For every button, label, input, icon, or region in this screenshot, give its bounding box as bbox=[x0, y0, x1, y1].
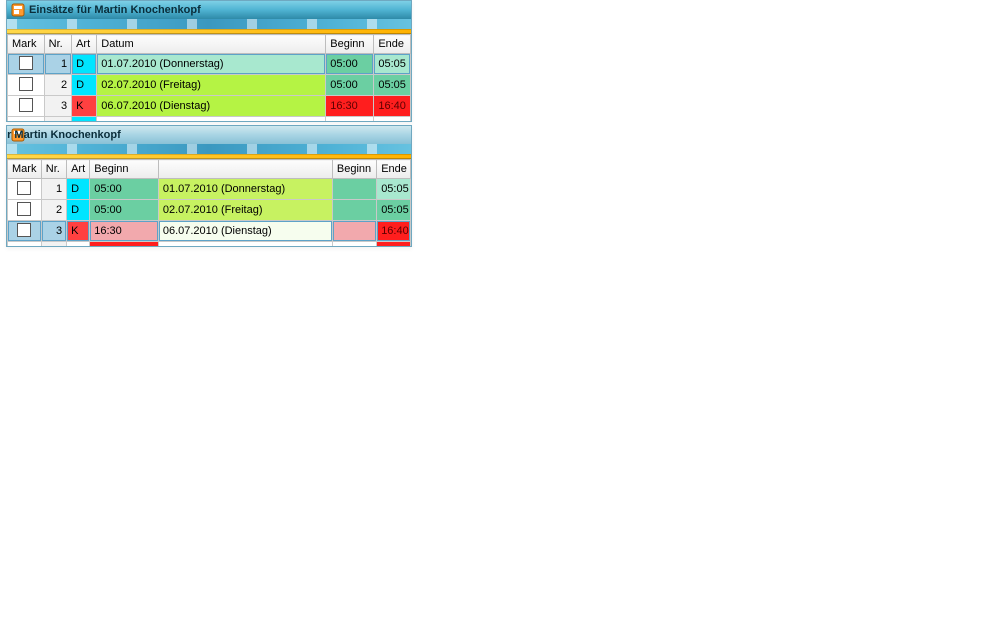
window-title: Einsätze für Martin Knochenkopf bbox=[29, 4, 201, 16]
titlebar-b: Einsätze für Martin Knochenkopf bbox=[7, 126, 411, 144]
col-header-art[interactable]: Art bbox=[72, 35, 97, 54]
panel-a: Einsätze für Martin Knochenkopf Mark Nr.… bbox=[6, 0, 412, 122]
ende-cell: 05:05 bbox=[374, 54, 411, 75]
beginn2-cell bbox=[332, 200, 376, 221]
table-row[interactable] bbox=[8, 117, 411, 122]
beginn-cell: 16:30 bbox=[326, 96, 374, 117]
col-header-beginn[interactable]: Beginn bbox=[90, 160, 159, 179]
nr-cell: 2 bbox=[44, 75, 71, 96]
table-row[interactable]: 1D05:0001.07.2010 (Donnerstag) 05:05 bbox=[8, 179, 411, 200]
datum-cell: 06.07.2010 (Dienstag) bbox=[158, 221, 332, 242]
nr-cell: 1 bbox=[41, 179, 66, 200]
nr-cell: 1 bbox=[44, 54, 71, 75]
mark-cell[interactable] bbox=[8, 179, 42, 200]
ende-cell: 16:40 bbox=[377, 221, 411, 242]
checkbox-icon[interactable] bbox=[17, 181, 31, 195]
mark-cell[interactable] bbox=[8, 200, 42, 221]
ende-cell: 05:05 bbox=[377, 179, 411, 200]
col-header-nr[interactable]: Nr. bbox=[41, 160, 66, 179]
table-row[interactable]: 2D05:0002.07.2010 (Freitag) 05:05 bbox=[8, 200, 411, 221]
art-cell: D bbox=[67, 179, 90, 200]
beginn-cell: 05:00 bbox=[90, 179, 159, 200]
ende-cell: 16:40 bbox=[374, 96, 411, 117]
checkbox-icon[interactable] bbox=[19, 98, 33, 112]
col-header-blank[interactable] bbox=[158, 160, 332, 179]
art-cell: D bbox=[72, 75, 97, 96]
beginn-cell: 05:00 bbox=[90, 200, 159, 221]
col-header-nr[interactable]: Nr. bbox=[44, 35, 71, 54]
table-row[interactable]: 3K16:3006.07.2010 (Dienstag) 16:40 bbox=[8, 221, 411, 242]
ende-cell: 05:05 bbox=[374, 75, 411, 96]
table-header-row: Mark Nr. Art Datum Beginn Ende bbox=[8, 35, 411, 54]
checkbox-icon[interactable] bbox=[19, 56, 33, 70]
beginn-cell: 05:00 bbox=[326, 54, 374, 75]
data-grid-b[interactable]: Mark Nr. Art Beginn Beginn Ende 1D05:000… bbox=[7, 159, 411, 246]
beginn-cell: 05:00 bbox=[326, 75, 374, 96]
col-header-beginn[interactable]: Beginn bbox=[326, 35, 374, 54]
nr-cell: 2 bbox=[41, 200, 66, 221]
toolbar-gloss bbox=[7, 19, 411, 29]
art-cell: K bbox=[72, 96, 97, 117]
beginn2-cell bbox=[332, 179, 376, 200]
col-header-art[interactable]: Art bbox=[67, 160, 90, 179]
col-header-mark[interactable]: Mark bbox=[8, 160, 42, 179]
panel-b: Einsätze für Martin Knochenkopf Mark Nr.… bbox=[6, 125, 412, 247]
col-header-datum[interactable]: Datum bbox=[97, 35, 326, 54]
col-header-mark[interactable]: Mark bbox=[8, 35, 45, 54]
datum-cell: 01.07.2010 (Donnerstag) bbox=[97, 54, 326, 75]
checkbox-icon[interactable] bbox=[17, 202, 31, 216]
titlebar-a: Einsätze für Martin Knochenkopf bbox=[7, 1, 411, 19]
nr-cell: 3 bbox=[44, 96, 71, 117]
art-cell: D bbox=[67, 200, 90, 221]
col-header-beginn2[interactable]: Beginn bbox=[332, 160, 376, 179]
col-header-ende[interactable]: Ende bbox=[374, 35, 411, 54]
datum-cell: 06.07.2010 (Dienstag) bbox=[97, 96, 326, 117]
toolbar-gloss bbox=[7, 144, 411, 154]
mark-cell[interactable] bbox=[8, 54, 45, 75]
nr-cell: 3 bbox=[41, 221, 66, 242]
checkbox-icon[interactable] bbox=[17, 223, 31, 237]
checkbox-icon[interactable] bbox=[19, 77, 33, 91]
table-header-row: Mark Nr. Art Beginn Beginn Ende bbox=[8, 160, 411, 179]
datum-cell: 02.07.2010 (Freitag) bbox=[97, 75, 326, 96]
data-grid-a[interactable]: Mark Nr. Art Datum Beginn Ende 1D01.07.2… bbox=[7, 34, 411, 121]
mark-cell[interactable] bbox=[8, 75, 45, 96]
table-row[interactable]: 2D02.07.2010 (Freitag)05:0005:05 bbox=[8, 75, 411, 96]
app-icon bbox=[11, 3, 25, 17]
mark-cell[interactable] bbox=[8, 96, 45, 117]
mark-cell[interactable] bbox=[8, 221, 42, 242]
beginn2-cell bbox=[332, 221, 376, 242]
datum-cell: 01.07.2010 (Donnerstag) bbox=[158, 179, 332, 200]
table-row[interactable]: 1D01.07.2010 (Donnerstag)05:0005:05 bbox=[8, 54, 411, 75]
table-row[interactable]: 3K06.07.2010 (Dienstag)16:3016:40 bbox=[8, 96, 411, 117]
art-cell: K bbox=[67, 221, 90, 242]
ende-cell: 05:05 bbox=[377, 200, 411, 221]
beginn-cell: 16:30 bbox=[90, 221, 159, 242]
table-row[interactable] bbox=[8, 242, 411, 247]
art-cell: D bbox=[72, 54, 97, 75]
datum-cell: 02.07.2010 (Freitag) bbox=[158, 200, 332, 221]
window-title: Einsätze für Martin Knochenkopf bbox=[29, 129, 121, 141]
col-header-ende[interactable]: Ende bbox=[377, 160, 411, 179]
